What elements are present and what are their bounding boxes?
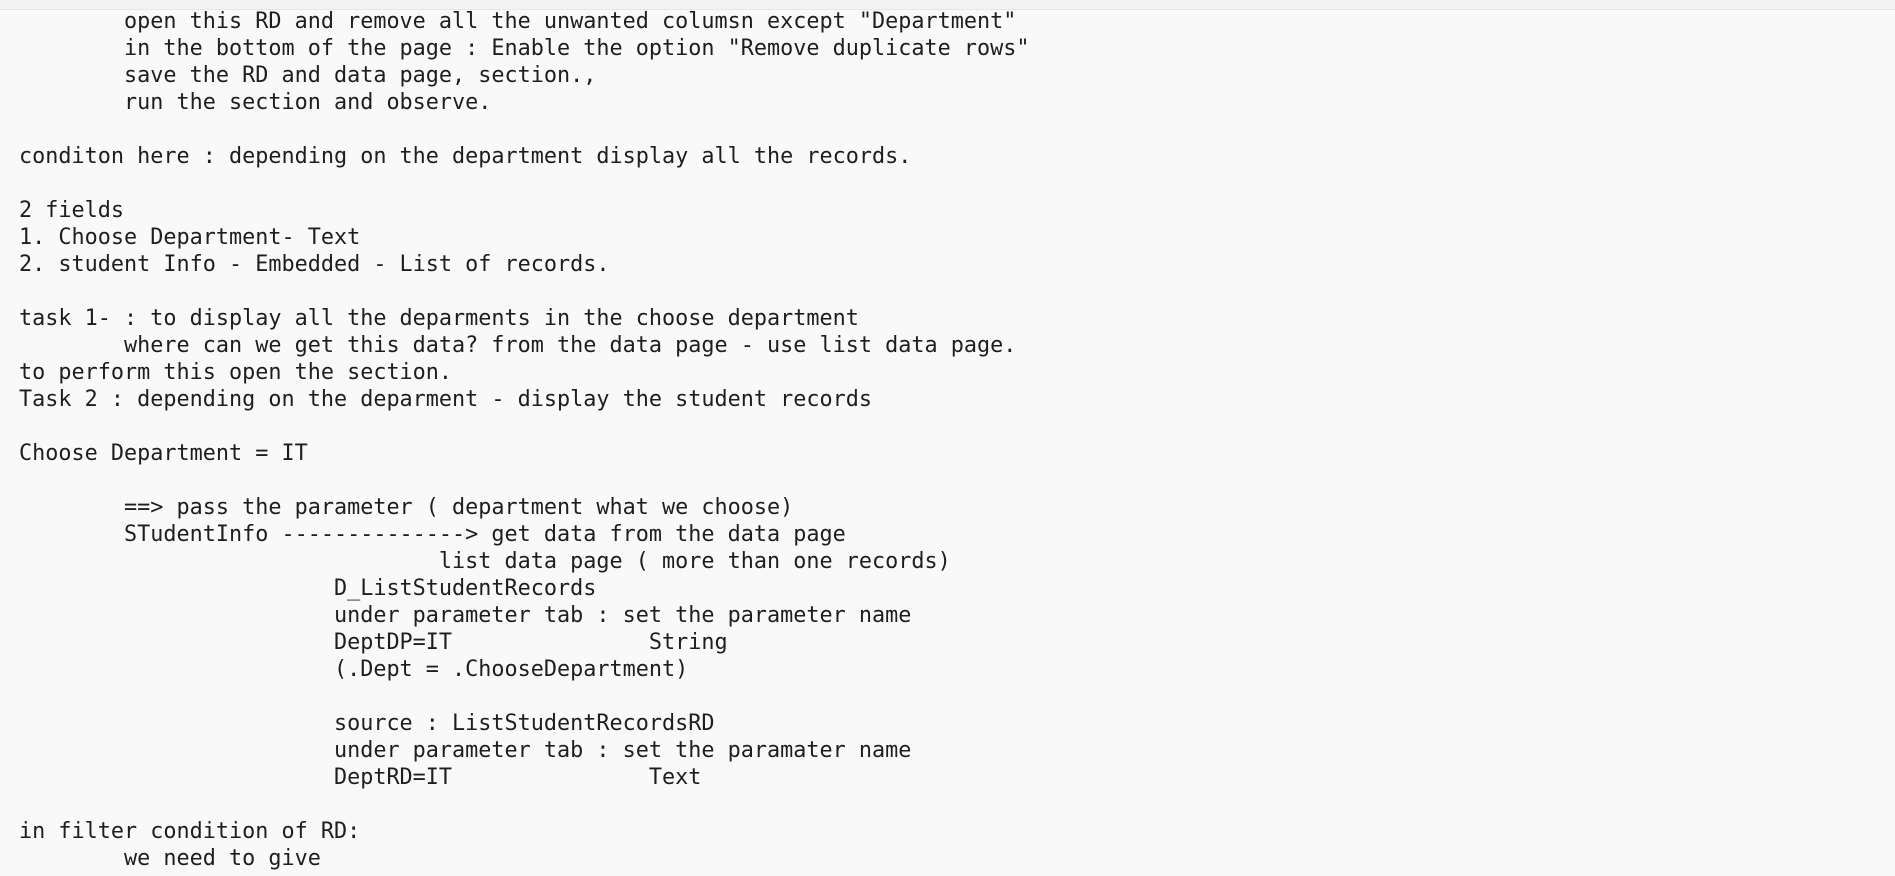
- text-line: ==> pass the parameter ( department what…: [19, 495, 794, 520]
- text-line: task 1- : to display all the deparments …: [19, 306, 859, 331]
- text-line: run the section and observe.: [19, 90, 492, 115]
- text-line: DeptDP=IT String: [19, 630, 728, 655]
- text-line: 1. Choose Department- Text: [19, 225, 361, 250]
- text-line: open this RD and remove all the unwanted…: [19, 9, 1017, 34]
- text-line: list data page ( more than one records): [19, 549, 951, 574]
- text-line: Choose Department = IT: [19, 441, 308, 466]
- text-line: under parameter tab : set the paramater …: [19, 738, 912, 763]
- text-line: [19, 116, 1029, 143]
- text-line: 2. student Info - Embedded - List of rec…: [19, 252, 610, 277]
- text-line: in filter condition of RD:: [19, 819, 361, 844]
- text-line: [19, 278, 1029, 305]
- text-line: STudentInfo --------------> get data fro…: [19, 522, 846, 547]
- text-line: save the RD and data page, section.,: [19, 63, 597, 88]
- text-line: [19, 170, 1029, 197]
- text-line: D_ListStudentRecords: [19, 576, 597, 601]
- text-line: 2 fields: [19, 198, 124, 223]
- text-line: to perform this open the section.: [19, 360, 453, 385]
- text-line: under parameter tab : set the parameter …: [19, 603, 912, 628]
- text-line: DeptRD=IT Text: [19, 765, 702, 790]
- text-line: Task 2 : depending on the deparment - di…: [19, 387, 872, 412]
- text-line: [19, 467, 1029, 494]
- text-content[interactable]: open this RD and remove all the unwanted…: [19, 8, 1029, 872]
- text-line: where can we get this data? from the dat…: [19, 333, 1017, 358]
- text-line: source : ListStudentRecordsRD: [19, 711, 715, 736]
- text-line: conditon here : depending on the departm…: [19, 144, 912, 169]
- text-line: [19, 413, 1029, 440]
- text-line: [19, 791, 1029, 818]
- text-line: in the bottom of the page : Enable the o…: [19, 36, 1030, 61]
- text-line: we need to give: [19, 846, 321, 871]
- text-line: (.Dept = .ChooseDepartment): [19, 657, 689, 682]
- text-editor[interactable]: open this RD and remove all the unwanted…: [0, 0, 1895, 876]
- text-line: [19, 683, 1029, 710]
